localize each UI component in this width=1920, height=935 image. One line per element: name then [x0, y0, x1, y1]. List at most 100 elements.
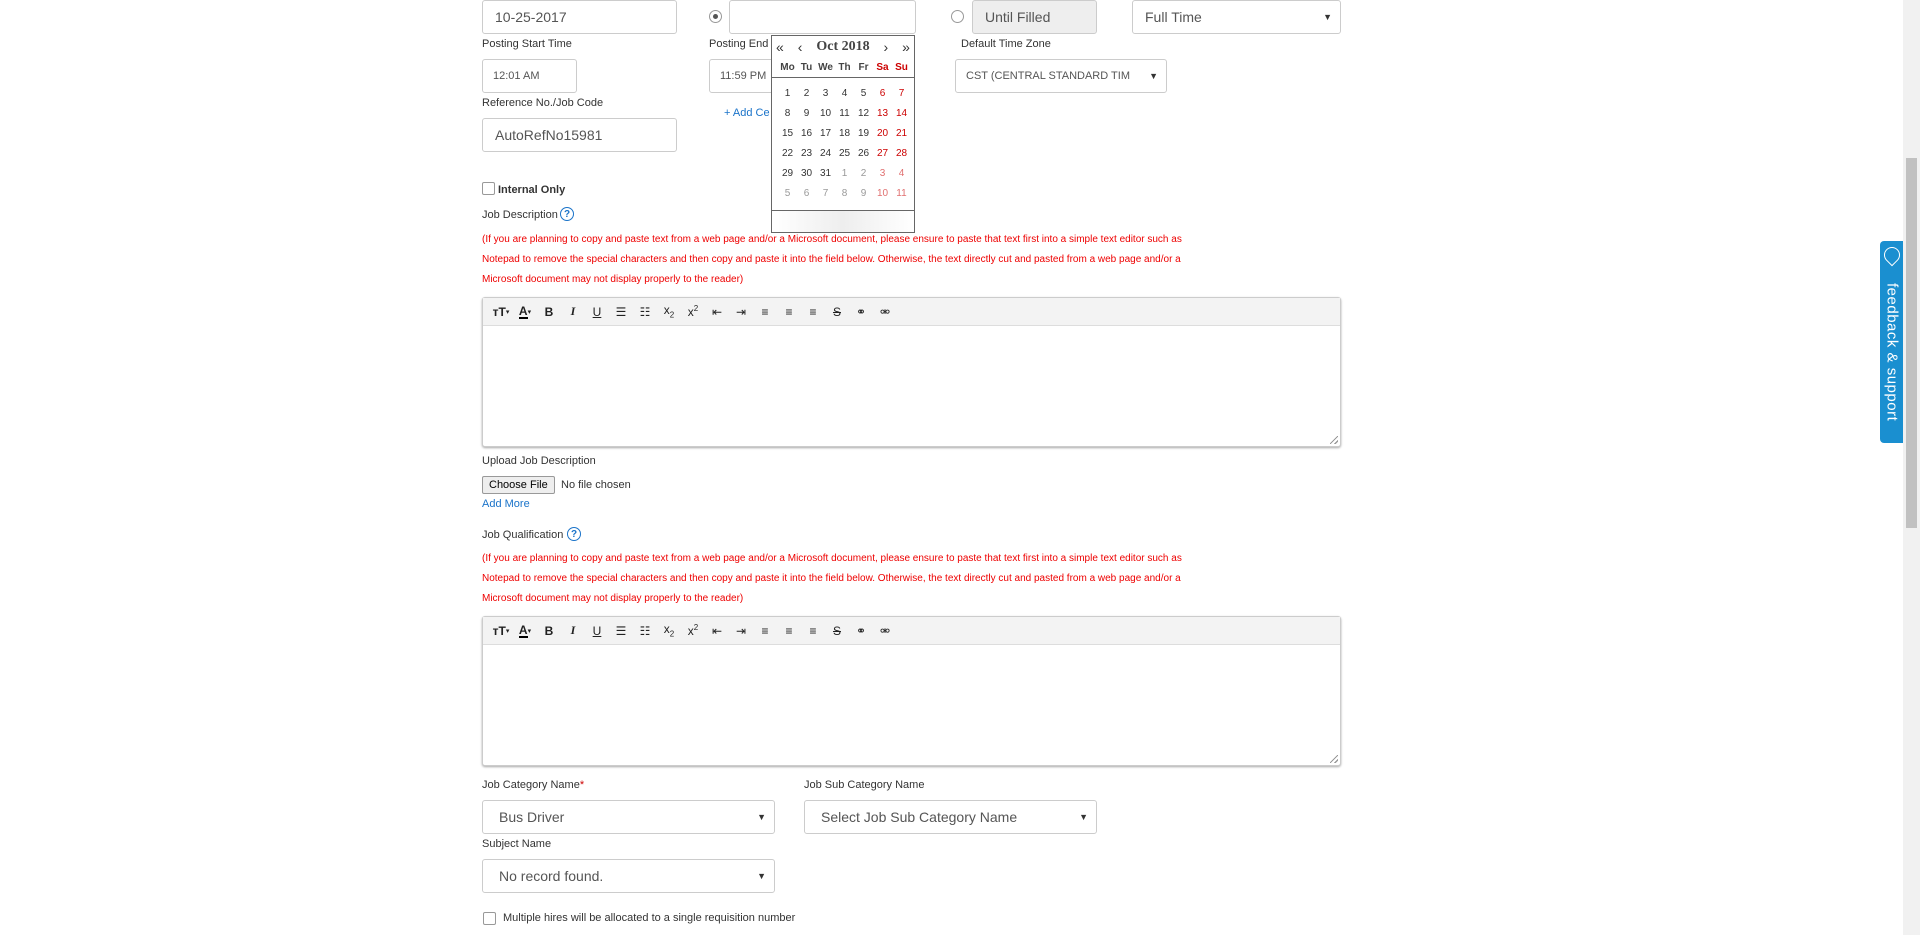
datepicker-day[interactable]: 10	[873, 184, 892, 204]
outdent-icon[interactable]: ⇤	[705, 301, 729, 323]
font-color-icon[interactable]: A ▾	[513, 620, 537, 642]
outdent-icon[interactable]: ⇤	[705, 620, 729, 642]
job-description-editor[interactable]: ᴛT ▾ A ▾ B I U ☰ ☷ x2 x2 ⇤ ⇥ ≡ ≡ ≡ S ⚭ ⚮	[482, 297, 1341, 447]
job-sub-category-select[interactable]: Select Job Sub Category Name ▼	[804, 800, 1097, 834]
resize-handle-icon[interactable]	[1330, 436, 1338, 444]
datepicker-day[interactable]: 19	[854, 124, 873, 144]
until-filled-radio[interactable]	[951, 10, 964, 23]
align-left-icon[interactable]: ≡	[753, 620, 777, 642]
datepicker-day[interactable]: 2	[854, 164, 873, 184]
datepicker-day[interactable]: 25	[835, 144, 854, 164]
unordered-list-icon[interactable]: ☷	[633, 301, 657, 323]
datepicker-day[interactable]: 3	[816, 84, 835, 104]
next-year-button[interactable]: »	[902, 39, 910, 55]
scrollbar-thumb[interactable]	[1906, 158, 1917, 528]
datepicker-day[interactable]: 27	[873, 144, 892, 164]
datepicker-day[interactable]: 24	[816, 144, 835, 164]
underline-icon[interactable]: U	[585, 620, 609, 642]
prev-month-button[interactable]: ‹	[798, 39, 803, 55]
posting-start-date-input[interactable]: 10-25-2017	[482, 0, 677, 34]
subscript-icon[interactable]: x2	[657, 620, 681, 642]
posting-end-date-radio[interactable]	[709, 10, 722, 23]
job-category-select[interactable]: Bus Driver ▼	[482, 800, 775, 834]
datepicker-day[interactable]: 6	[873, 84, 892, 104]
ordered-list-icon[interactable]: ☰	[609, 301, 633, 323]
font-size-icon[interactable]: ᴛT ▾	[489, 620, 513, 642]
unlink-icon[interactable]: ⚮	[873, 301, 897, 323]
datepicker-day[interactable]: 13	[873, 104, 892, 124]
datepicker-day[interactable]: 11	[835, 104, 854, 124]
align-center-icon[interactable]: ≡	[777, 301, 801, 323]
datepicker-day[interactable]: 16	[797, 124, 816, 144]
page-scrollbar[interactable]	[1903, 0, 1920, 935]
job-type-select[interactable]: Full Time ▼	[1132, 0, 1341, 34]
datepicker-day[interactable]: 14	[892, 104, 911, 124]
add-link[interactable]: + Add Ce	[724, 107, 770, 119]
datepicker-day[interactable]: 20	[873, 124, 892, 144]
datepicker-day[interactable]: 1	[835, 164, 854, 184]
datepicker-day[interactable]: 7	[816, 184, 835, 204]
datepicker-day[interactable]: 11	[892, 184, 911, 204]
datepicker-day[interactable]: 29	[778, 164, 797, 184]
datepicker-day[interactable]: 23	[797, 144, 816, 164]
datepicker-day[interactable]: 9	[854, 184, 873, 204]
italic-icon[interactable]: I	[561, 620, 585, 642]
align-right-icon[interactable]: ≡	[801, 620, 825, 642]
subscript-icon[interactable]: x2	[657, 301, 681, 323]
add-more-link[interactable]: Add More	[482, 498, 530, 510]
next-month-button[interactable]: ›	[884, 39, 889, 55]
feedback-support-tab[interactable]: feedback & support	[1880, 241, 1904, 443]
align-center-icon[interactable]: ≡	[777, 620, 801, 642]
datepicker-day[interactable]: 1	[778, 84, 797, 104]
datepicker-day[interactable]: 5	[854, 84, 873, 104]
help-icon[interactable]: ?	[567, 527, 581, 541]
datepicker-day[interactable]: 7	[892, 84, 911, 104]
datepicker-day[interactable]: 12	[854, 104, 873, 124]
font-color-icon[interactable]: A ▾	[513, 301, 537, 323]
datepicker-day[interactable]: 22	[778, 144, 797, 164]
datepicker-day[interactable]: 26	[854, 144, 873, 164]
prev-year-button[interactable]: «	[776, 39, 784, 55]
datepicker-day[interactable]: 31	[816, 164, 835, 184]
datepicker-day[interactable]: 15	[778, 124, 797, 144]
datepicker-day[interactable]: 9	[797, 104, 816, 124]
bold-icon[interactable]: B	[537, 620, 561, 642]
datepicker-day[interactable]: 2	[797, 84, 816, 104]
link-icon[interactable]: ⚭	[849, 301, 873, 323]
indent-icon[interactable]: ⇥	[729, 301, 753, 323]
ordered-list-icon[interactable]: ☰	[609, 620, 633, 642]
posting-start-time-input[interactable]: 12:01 AM	[482, 59, 577, 93]
strikethrough-icon[interactable]: S	[825, 301, 849, 323]
datepicker-day[interactable]: 4	[892, 164, 911, 184]
job-qualification-editor[interactable]: ᴛT ▾ A ▾ B I U ☰ ☷ x2 x2 ⇤ ⇥ ≡ ≡ ≡ S ⚭ ⚮	[482, 616, 1341, 766]
underline-icon[interactable]: U	[585, 301, 609, 323]
unordered-list-icon[interactable]: ☷	[633, 620, 657, 642]
unlink-icon[interactable]: ⚮	[873, 620, 897, 642]
italic-icon[interactable]: I	[561, 301, 585, 323]
internal-only-checkbox[interactable]	[482, 182, 495, 195]
resize-handle-icon[interactable]	[1330, 755, 1338, 763]
time-zone-select[interactable]: CST (CENTRAL STANDARD TIM ▼	[955, 59, 1167, 93]
datepicker-day[interactable]: 28	[892, 144, 911, 164]
datepicker-day[interactable]: 17	[816, 124, 835, 144]
datepicker-day[interactable]: 18	[835, 124, 854, 144]
superscript-icon[interactable]: x2	[681, 301, 705, 323]
font-size-icon[interactable]: ᴛT ▾	[489, 301, 513, 323]
datepicker-day[interactable]: 4	[835, 84, 854, 104]
indent-icon[interactable]: ⇥	[729, 620, 753, 642]
superscript-icon[interactable]: x2	[681, 620, 705, 642]
subject-select[interactable]: No record found. ▼	[482, 859, 775, 893]
datepicker-day[interactable]: 10	[816, 104, 835, 124]
datepicker-day[interactable]: 5	[778, 184, 797, 204]
datepicker-day[interactable]: 8	[835, 184, 854, 204]
reference-input[interactable]: AutoRefNo15981	[482, 118, 677, 152]
datepicker-day[interactable]: 30	[797, 164, 816, 184]
datepicker-day[interactable]: 3	[873, 164, 892, 184]
align-left-icon[interactable]: ≡	[753, 301, 777, 323]
choose-file-button[interactable]: Choose File	[482, 476, 555, 494]
datepicker-day[interactable]: 8	[778, 104, 797, 124]
link-icon[interactable]: ⚭	[849, 620, 873, 642]
datepicker-day[interactable]: 6	[797, 184, 816, 204]
bold-icon[interactable]: B	[537, 301, 561, 323]
posting-end-date-input[interactable]	[729, 0, 916, 34]
